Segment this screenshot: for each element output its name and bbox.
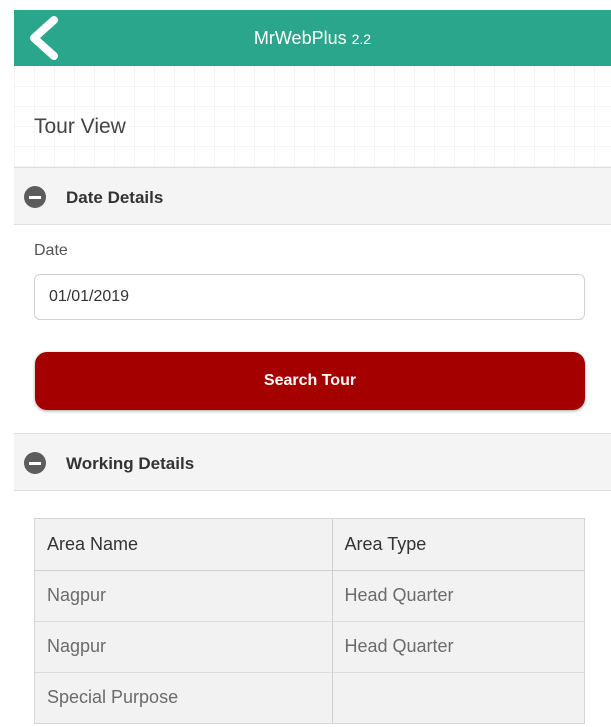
working-details-table: Area Name Area Type Nagpur Head Quarter …	[34, 518, 585, 724]
area-type-cell	[332, 671, 584, 723]
minus-circle-icon	[24, 186, 46, 208]
area-name-cell: Special Purpose	[35, 671, 333, 723]
page-header: Tour View	[14, 66, 611, 167]
app-name: MrWebPlus	[253, 28, 347, 48]
column-header-area-type: Area Type	[332, 519, 584, 571]
date-details-header[interactable]: Date Details	[14, 167, 611, 225]
app-screen: MrWebPlus 2.2 Tour View Date Details Dat…	[14, 10, 611, 727]
date-details-title: Date Details	[66, 188, 164, 207]
table-row[interactable]: Special Purpose	[35, 671, 584, 723]
column-header-area-name: Area Name	[35, 519, 333, 571]
date-input[interactable]	[34, 274, 585, 320]
app-version: 2.2	[351, 31, 372, 47]
area-name-cell: Nagpur	[35, 620, 333, 672]
page-title: Tour View	[34, 115, 126, 138]
date-label: Date	[34, 242, 68, 259]
working-details-title: Working Details	[66, 454, 195, 473]
working-details-header[interactable]: Working Details	[14, 433, 611, 491]
table-row[interactable]: Nagpur Head Quarter	[35, 620, 584, 672]
area-type-cell: Head Quarter	[332, 569, 584, 621]
area-table: Area Name Area Type Nagpur Head Quarter …	[35, 519, 584, 723]
minus-circle-icon	[24, 452, 46, 474]
area-name-cell: Nagpur	[35, 569, 333, 621]
search-tour-button[interactable]: Search Tour	[35, 352, 585, 410]
app-header: MrWebPlus 2.2	[14, 10, 611, 66]
table-row[interactable]: Nagpur Head Quarter	[35, 569, 584, 621]
table-header-row: Area Name Area Type	[35, 519, 584, 571]
app-title: MrWebPlus 2.2	[14, 28, 611, 49]
area-type-cell: Head Quarter	[332, 620, 584, 672]
